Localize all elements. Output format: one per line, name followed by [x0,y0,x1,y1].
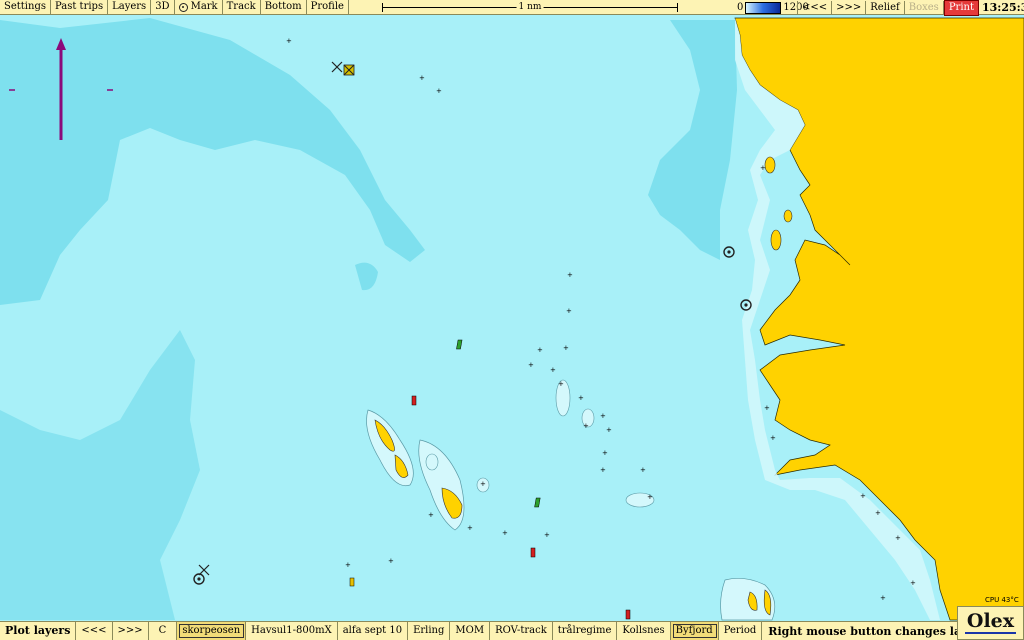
scale-label: 1 nm [516,1,544,13]
boxes-button[interactable]: Boxes [905,0,944,15]
olex-logo: Olex [957,606,1024,640]
plot-layers-title: Plot layers [0,622,77,640]
layer-button[interactable]: trålregime [553,622,618,640]
layer-button[interactable]: Byfjord [670,622,719,640]
svg-text:+: + [388,557,394,565]
layer-button[interactable]: alfa sept 10 [338,622,409,640]
scale-bar: 1 nm [382,0,678,15]
svg-text:+: + [428,511,434,519]
svg-text:+: + [875,509,881,517]
svg-text:+: + [480,480,486,488]
track-button[interactable]: Track [223,0,261,14]
svg-text:+: + [537,346,543,354]
yellow-beacon-marker [349,577,355,587]
layer-button[interactable]: MOM [450,622,491,640]
relief-button[interactable]: Relief [866,0,905,15]
svg-text:+: + [345,561,351,569]
chart-map[interactable]: +++ +++ +++ +++ +++ + ++ + ++ +++ + ++ +++ … [0,0,1024,640]
mark-label: Mark [190,1,218,12]
svg-text:+: + [566,307,572,315]
past-trips-button[interactable]: Past trips [51,0,109,14]
svg-text:+: + [764,404,770,412]
svg-text:+: + [880,594,886,602]
bottom-button[interactable]: Bottom [261,0,307,14]
svg-text:+: + [419,74,425,82]
svg-text:+: + [770,434,776,442]
print-button[interactable]: Print [943,0,979,16]
plot-layers-bar: Plot layers <<< >>> C skorpeosen Havsul1… [0,621,1024,640]
svg-text:+: + [647,493,653,501]
svg-text:+: + [578,394,584,402]
layer-button[interactable]: Havsul1-800mX [246,622,338,640]
next-button[interactable]: >>> [832,0,867,15]
red-beacon-marker [625,609,631,620]
layers-next-button[interactable]: >>> [113,622,149,640]
svg-text:+: + [602,449,608,457]
svg-text:+: + [528,361,534,369]
cpu-temperature: CPU 43°C [985,596,1019,604]
layer-button[interactable]: Kollsnes [617,622,671,640]
prev-button[interactable]: <<< [797,0,833,15]
svg-text:+: + [583,422,589,430]
depth-min: 0 [737,2,744,13]
layer-button[interactable]: ROV-track [490,622,553,640]
mark-button[interactable]: Mark [175,0,223,14]
target-icon [178,2,188,12]
x-marker-icon [343,64,355,76]
svg-text:+: + [860,492,866,500]
svg-text:+: + [436,87,442,95]
svg-text:+: + [640,466,646,474]
clock: 13:25:32 [981,1,1024,14]
svg-text:+: + [600,412,606,420]
svg-text:+: + [502,529,508,537]
svg-text:+: + [550,366,556,374]
layer-button[interactable]: C [149,622,178,640]
layer-button[interactable]: Period [719,622,763,640]
svg-text:+: + [895,534,901,542]
layers-button[interactable]: Layers [108,0,152,14]
svg-text:+: + [567,271,573,279]
depth-gradient [745,1,782,14]
svg-text:+: + [467,524,473,532]
settings-button[interactable]: Settings [0,0,51,14]
3d-button[interactable]: 3D [151,0,175,14]
svg-text:+: + [606,426,612,434]
svg-text:+: + [286,37,292,45]
svg-text:+: + [910,579,916,587]
red-beacon-marker [411,395,417,406]
svg-text:+: + [600,466,606,474]
layer-button[interactable]: skorpeosen [177,622,247,640]
nav-group: <<< >>> Relief Boxes Print 13:25:32 [797,0,1024,16]
red-beacon-marker [530,547,536,558]
layer-button[interactable]: Erling [408,622,451,640]
svg-text:+: + [558,380,564,388]
profile-button[interactable]: Profile [307,0,349,14]
svg-text:+: + [563,344,569,352]
svg-text:+: + [760,164,766,172]
svg-text:+: + [544,531,550,539]
layers-prev-button[interactable]: <<< [76,622,113,640]
